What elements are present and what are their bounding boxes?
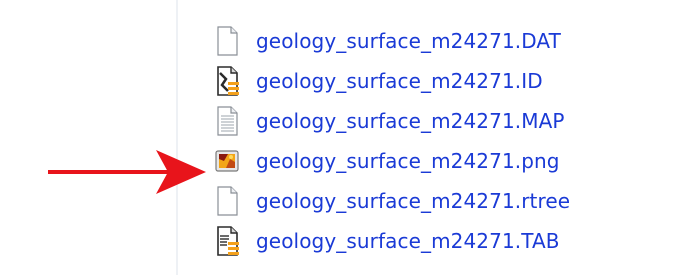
file-name: geology_surface_m24271.MAP — [256, 109, 565, 133]
file-item-rtree[interactable]: geology_surface_m24271.rtree — [214, 181, 684, 221]
file-name: geology_surface_m24271.TAB — [256, 229, 560, 253]
file-name: geology_surface_m24271.rtree — [256, 189, 571, 213]
file-item-dat[interactable]: geology_surface_m24271.DAT — [214, 21, 684, 61]
file-item-map[interactable]: geology_surface_m24271.MAP — [214, 101, 684, 141]
blank-file-icon — [214, 185, 240, 217]
file-item-id[interactable]: geology_surface_m24271.ID — [214, 61, 684, 101]
blank-file-icon — [214, 25, 240, 57]
file-item-tab[interactable]: geology_surface_m24271.TAB — [214, 221, 684, 261]
file-name: geology_surface_m24271.png — [256, 149, 560, 173]
text-file-icon — [214, 105, 240, 137]
image-file-icon — [214, 145, 240, 177]
mapinfo-table-file-icon — [214, 225, 240, 257]
file-name: geology_surface_m24271.ID — [256, 69, 543, 93]
red-arrow-icon — [48, 150, 206, 194]
pane-divider — [176, 0, 178, 275]
file-name: geology_surface_m24271.DAT — [256, 29, 561, 53]
mapinfo-id-file-icon — [214, 65, 240, 97]
file-list: geology_surface_m24271.DAT geology_surfa… — [214, 21, 684, 261]
file-item-png[interactable]: geology_surface_m24271.png — [214, 141, 684, 181]
